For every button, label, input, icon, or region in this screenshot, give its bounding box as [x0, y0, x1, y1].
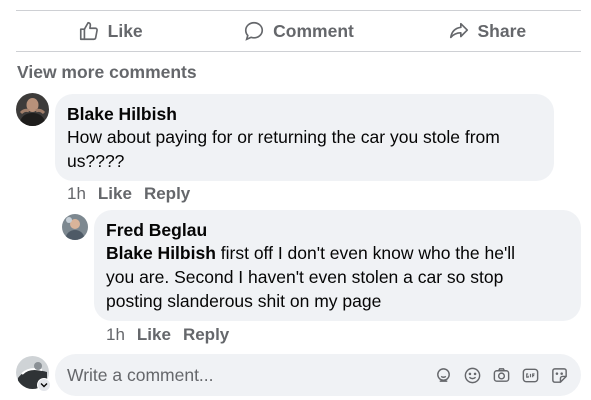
emoji-icon[interactable] — [462, 365, 482, 385]
sticker-icon[interactable] — [549, 365, 569, 385]
camera-icon[interactable] — [491, 365, 511, 385]
comment-bubble-icon — [245, 21, 264, 41]
reply-text-line: posting slanderous shit on my page — [106, 291, 382, 311]
reply-like-button[interactable]: Like — [137, 325, 171, 345]
avatar[interactable] — [16, 93, 49, 126]
comment-bubble: Blake Hilbish How about paying for or re… — [55, 94, 554, 181]
comment-reply-button[interactable]: Reply — [144, 184, 190, 204]
write-comment-input[interactable] — [67, 364, 433, 386]
reply-reply-button[interactable]: Reply — [183, 325, 229, 345]
reply-meta: 1h Like Reply — [106, 325, 229, 345]
comment-composer — [55, 354, 581, 396]
share-button[interactable]: Share — [393, 12, 581, 50]
comment-text-line: us???? — [67, 151, 125, 171]
reply-text-fragment: first off I don't even know who the he'l… — [215, 243, 516, 263]
gif-icon[interactable] — [520, 365, 540, 385]
thumbs-up-icon — [79, 21, 98, 41]
like-label: Like — [107, 20, 143, 41]
reply-text-line: you are. Second I haven't even stolen a … — [106, 267, 504, 287]
composer-tools — [433, 365, 569, 385]
mention-link[interactable]: Blake Hilbish — [106, 243, 216, 263]
comment-text-line: How about paying for or returning the ca… — [67, 127, 500, 147]
view-more-comments-link[interactable]: View more comments — [17, 62, 197, 83]
reply-author[interactable]: Fred Beglau — [106, 219, 569, 241]
reply-timestamp[interactable]: 1h — [106, 325, 125, 345]
avatar-sticker-icon[interactable] — [433, 365, 453, 385]
share-label: Share — [477, 20, 527, 41]
account-switch-button[interactable] — [37, 378, 51, 392]
reply-text-line: Blake Hilbish first off I don't even kno… — [106, 241, 569, 265]
like-button[interactable]: Like — [16, 12, 204, 50]
bottom-divider — [16, 51, 581, 52]
comment-timestamp[interactable]: 1h — [67, 184, 86, 204]
avatar[interactable] — [62, 214, 88, 240]
comment-label: Comment — [273, 20, 354, 41]
share-arrow-icon — [449, 22, 468, 39]
chevron-down-icon — [40, 383, 48, 388]
comment-button[interactable]: Comment — [204, 12, 392, 50]
comment-meta: 1h Like Reply — [67, 184, 190, 204]
comment-author[interactable]: Blake Hilbish — [67, 103, 542, 125]
top-divider — [16, 10, 581, 11]
post-action-bar: Like Comment Share — [16, 12, 581, 50]
comment-like-button[interactable]: Like — [98, 184, 132, 204]
reply-bubble: Fred Beglau Blake Hilbish first off I do… — [94, 210, 581, 321]
